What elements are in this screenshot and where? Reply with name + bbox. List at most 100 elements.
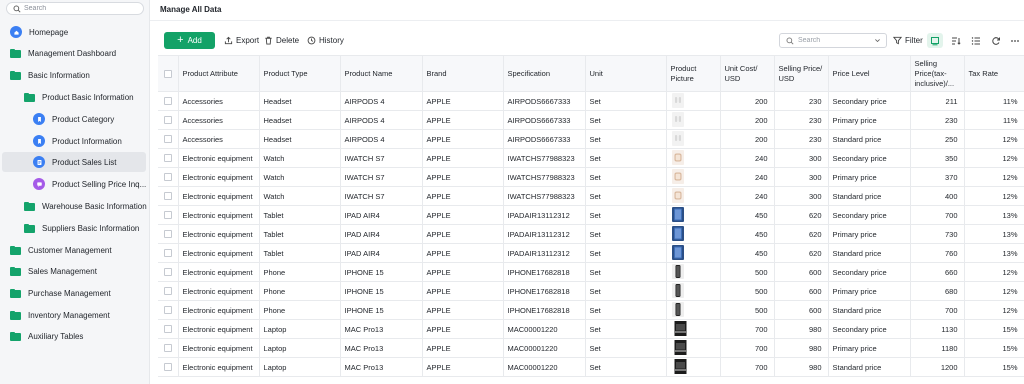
cell-product-attribute[interactable]: Electronic equipment — [178, 300, 260, 320]
cell-unit-cost[interactable]: 700 — [720, 319, 775, 339]
cell-brand[interactable]: APPLE — [422, 262, 504, 282]
cell-selling-price[interactable]: 620 — [774, 205, 829, 225]
history-button[interactable]: History — [307, 32, 344, 49]
cell-product-picture[interactable] — [666, 205, 721, 225]
cell-product-name[interactable]: IPHONE 15 — [340, 281, 423, 301]
cell-product-attribute[interactable]: Electronic equipment — [178, 205, 260, 225]
cell-tax-rate[interactable]: 13% — [964, 224, 1024, 244]
select-all-cell[interactable] — [158, 55, 179, 92]
cell-price-level[interactable]: Primary price — [828, 110, 911, 130]
row-checkbox[interactable] — [163, 116, 172, 124]
cell-selling-price[interactable]: 230 — [774, 110, 829, 130]
cell-product-type[interactable]: Laptop — [259, 319, 341, 339]
cell-product-type[interactable]: Headset — [259, 129, 341, 149]
cell-product-picture[interactable] — [666, 167, 721, 187]
cell-tax-rate[interactable]: 12% — [964, 262, 1024, 282]
cell-specification[interactable]: IWATCHS77988323 — [503, 186, 586, 206]
cell-specification[interactable]: MAC00001220 — [503, 357, 586, 377]
cell-product-type[interactable]: Phone — [259, 281, 341, 301]
cell-brand[interactable]: APPLE — [422, 91, 504, 111]
cell-price-level[interactable]: Standard price — [828, 357, 911, 377]
row-select-cell[interactable] — [158, 224, 179, 244]
select-all-checkbox[interactable] — [163, 69, 172, 78]
cell-tax-rate[interactable]: 12% — [964, 186, 1024, 206]
cell-selling-price-tax-inclusive[interactable]: 230 — [910, 110, 965, 130]
cell-unit-cost[interactable]: 450 — [720, 205, 775, 225]
cell-selling-price-tax-inclusive[interactable]: 250 — [910, 129, 965, 149]
cell-product-picture[interactable] — [666, 243, 721, 263]
cell-product-attribute[interactable]: Accessories — [178, 91, 260, 111]
table-search-input[interactable] — [798, 37, 876, 44]
cell-selling-price-tax-inclusive[interactable]: 370 — [910, 167, 965, 187]
cell-selling-price[interactable]: 600 — [774, 300, 829, 320]
cell-selling-price-tax-inclusive[interactable]: 1180 — [910, 338, 965, 358]
cell-specification[interactable]: IWATCHS77988323 — [503, 167, 586, 187]
row-select-cell[interactable] — [158, 300, 179, 320]
row-select-cell[interactable] — [158, 110, 179, 130]
cell-brand[interactable]: APPLE — [422, 167, 504, 187]
cell-unit-cost[interactable]: 240 — [720, 167, 775, 187]
cell-tax-rate[interactable]: 12% — [964, 281, 1024, 301]
cell-product-attribute[interactable]: Electronic equipment — [178, 319, 260, 339]
cell-unit[interactable]: Set — [585, 357, 667, 377]
refresh-button[interactable] — [988, 33, 1004, 48]
cell-selling-price[interactable]: 300 — [774, 148, 829, 168]
cell-tax-rate[interactable]: 12% — [964, 300, 1024, 320]
column-header[interactable]: Product Picture — [666, 55, 721, 92]
cell-product-picture[interactable] — [666, 319, 721, 339]
delete-button[interactable]: Delete — [264, 32, 299, 49]
cell-selling-price[interactable]: 620 — [774, 243, 829, 263]
cell-product-name[interactable]: MAC Pro13 — [340, 319, 423, 339]
sidebar-item-sales-management[interactable]: Sales Management — [2, 261, 146, 281]
cell-product-type[interactable]: Laptop — [259, 357, 341, 377]
sidebar-item-product-selling-price-inquiry[interactable]: Product Selling Price Inq... — [2, 174, 146, 194]
row-checkbox[interactable] — [163, 230, 172, 238]
cell-selling-price[interactable]: 300 — [774, 186, 829, 206]
cell-selling-price[interactable]: 980 — [774, 338, 829, 358]
cell-selling-price[interactable]: 230 — [774, 91, 829, 111]
sidebar-item-management-dashboard[interactable]: Management Dashboard — [2, 43, 146, 63]
cell-price-level[interactable]: Standard price — [828, 129, 911, 149]
cell-product-picture[interactable] — [666, 224, 721, 244]
cell-unit[interactable]: Set — [585, 186, 667, 206]
cell-specification[interactable]: AIRPODS6667333 — [503, 110, 586, 130]
sidebar-item-homepage[interactable]: Homepage — [2, 22, 146, 42]
row-checkbox[interactable] — [163, 154, 172, 162]
column-header[interactable]: Unit Cost/ USD — [720, 55, 775, 92]
row-select-cell[interactable] — [158, 91, 179, 111]
cell-price-level[interactable]: Primary price — [828, 281, 911, 301]
cell-unit[interactable]: Set — [585, 319, 667, 339]
cell-brand[interactable]: APPLE — [422, 319, 504, 339]
cell-tax-rate[interactable]: 15% — [964, 357, 1024, 377]
cell-product-name[interactable]: AIRPODS 4 — [340, 110, 423, 130]
cell-selling-price-tax-inclusive[interactable]: 660 — [910, 262, 965, 282]
cell-price-level[interactable]: Secondary price — [828, 148, 911, 168]
cell-unit[interactable]: Set — [585, 281, 667, 301]
cell-product-name[interactable]: IPAD AIR4 — [340, 205, 423, 225]
cell-product-name[interactable]: IPHONE 15 — [340, 262, 423, 282]
cell-brand[interactable]: APPLE — [422, 205, 504, 225]
cell-tax-rate[interactable]: 12% — [964, 167, 1024, 187]
cell-specification[interactable]: IPHONE17682818 — [503, 262, 586, 282]
cell-brand[interactable]: APPLE — [422, 357, 504, 377]
row-select-cell[interactable] — [158, 338, 179, 358]
table-row[interactable]: Electronic equipment Watch IWATCH S7 APPLE I… — [158, 186, 1024, 206]
cell-price-level[interactable]: Primary price — [828, 224, 911, 244]
cell-unit[interactable]: Set — [585, 224, 667, 244]
cell-product-attribute[interactable]: Electronic equipment — [178, 186, 260, 206]
cell-unit-cost[interactable]: 200 — [720, 110, 775, 130]
cell-product-picture[interactable] — [666, 262, 721, 282]
cell-unit-cost[interactable]: 500 — [720, 262, 775, 282]
cell-brand[interactable]: APPLE — [422, 148, 504, 168]
cell-product-picture[interactable] — [666, 186, 721, 206]
row-checkbox[interactable] — [163, 249, 172, 257]
cell-tax-rate[interactable]: 12% — [964, 148, 1024, 168]
cell-price-level[interactable]: Standard price — [828, 186, 911, 206]
sidebar-item-product-sales-list[interactable]: Product Sales List — [2, 152, 146, 172]
cell-unit[interactable]: Set — [585, 205, 667, 225]
cell-specification[interactable]: MAC00001220 — [503, 338, 586, 358]
chevron-down-icon[interactable] — [874, 37, 881, 44]
cell-selling-price-tax-inclusive[interactable]: 760 — [910, 243, 965, 263]
cell-unit[interactable]: Set — [585, 110, 667, 130]
cell-specification[interactable]: IPADAIR13112312 — [503, 243, 586, 263]
